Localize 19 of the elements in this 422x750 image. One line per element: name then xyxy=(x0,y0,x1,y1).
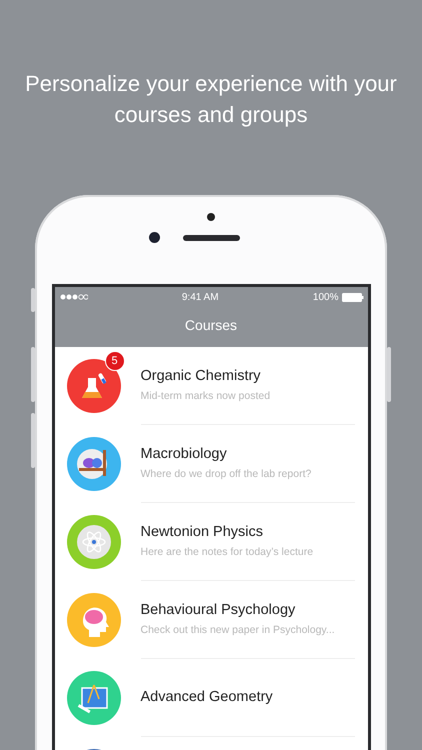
course-title[interactable]: Macrobiology xyxy=(140,446,354,462)
nav-title: Courses xyxy=(184,317,238,333)
front-camera xyxy=(149,232,160,243)
course-title[interactable]: Organic Chemistry xyxy=(140,368,354,384)
speaker-slot xyxy=(182,235,240,241)
course-subtitle: Mid-term marks now posted xyxy=(140,390,272,402)
course-title[interactable]: Newtonion Physics xyxy=(140,524,354,540)
signal-icon xyxy=(60,294,88,300)
headline: Personalize your experience with your courses and groups xyxy=(24,70,398,129)
course-subtitle: Where do we drop off the lab report? xyxy=(140,468,312,480)
status-time: 9:41 AM xyxy=(182,292,219,302)
course-title[interactable]: Behavioural Psychology xyxy=(140,602,354,618)
battery-percent: 100% xyxy=(312,292,338,302)
course-title[interactable]: Advanced Geometry xyxy=(140,688,354,704)
course-subtitle: Here are the notes for today’s lecture xyxy=(140,546,314,558)
camera-dot xyxy=(207,213,215,221)
notification-badge: 5 xyxy=(104,351,124,371)
course-subtitle: Check out this new paper in Psychology... xyxy=(140,624,336,636)
battery-icon xyxy=(342,292,364,302)
